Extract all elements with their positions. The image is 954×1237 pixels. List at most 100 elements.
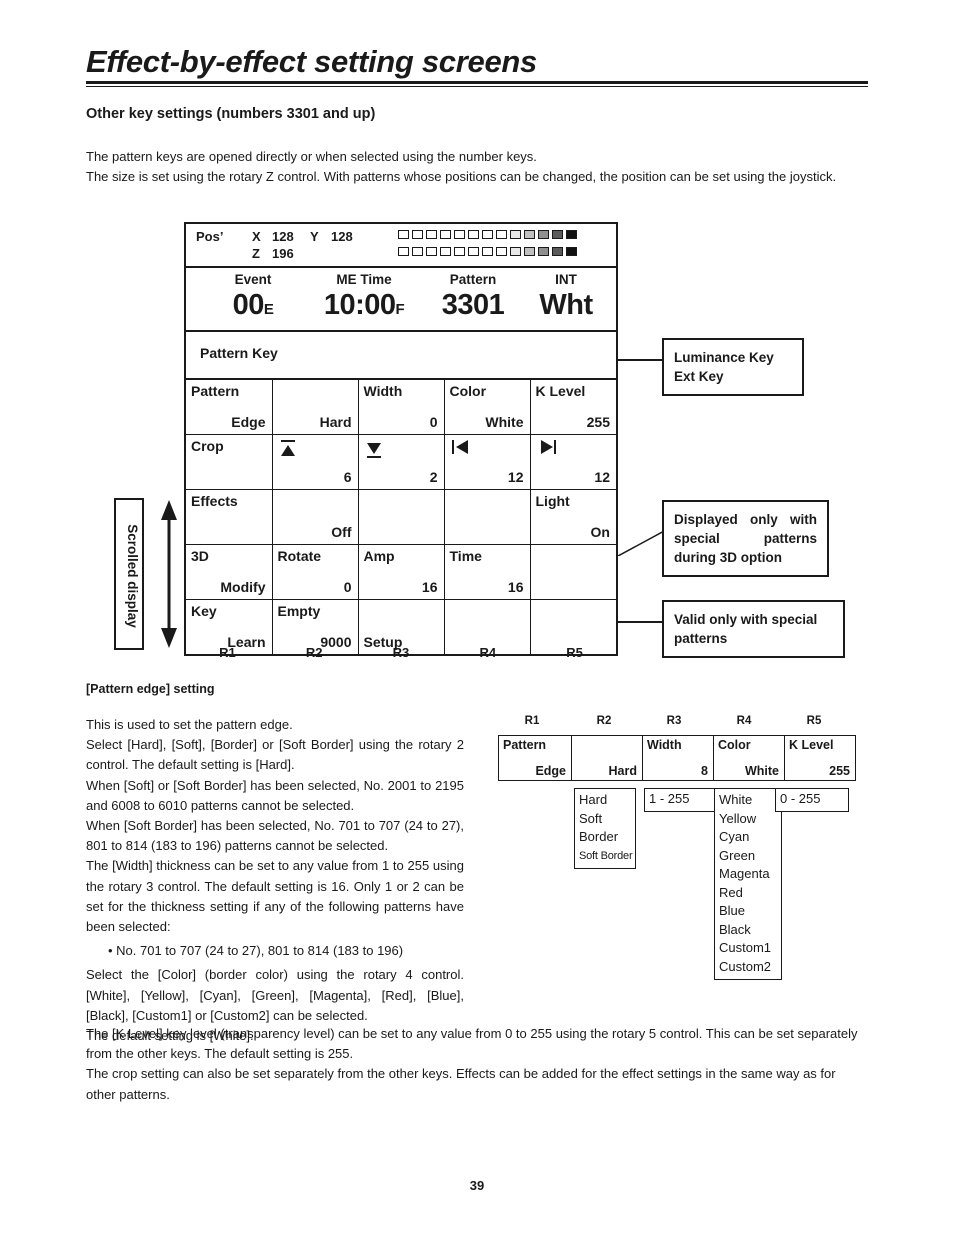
- connector-line-luminance: [618, 359, 662, 361]
- cell-label: Width: [363, 383, 403, 399]
- level-bar-cell: [412, 247, 423, 256]
- example-cell-label: K Level: [789, 738, 834, 752]
- panel-settings-cell[interactable]: 3D Modify: [186, 544, 273, 600]
- panel-settings-cell[interactable]: [444, 489, 531, 545]
- panel-settings-cell[interactable]: 2: [358, 434, 445, 490]
- pos-x-label: X: [252, 229, 261, 244]
- cell-value: Edge: [231, 414, 266, 430]
- panel-settings-cell[interactable]: Effects: [186, 489, 273, 545]
- level-bar-cell: [552, 247, 563, 256]
- connector-line-valid: [618, 621, 662, 623]
- level-bar-cell: [496, 230, 507, 239]
- edge-option-item[interactable]: Hard: [579, 791, 631, 810]
- panel-settings-cell[interactable]: 12: [444, 434, 531, 490]
- level-bar-cell: [524, 247, 535, 256]
- panel-settings-cell[interactable]: Crop: [186, 434, 273, 490]
- color-option-item[interactable]: Yellow: [719, 810, 777, 829]
- example-rotary-labels: R1 R2 R3 R4 R5: [498, 715, 858, 731]
- edge-option-item[interactable]: Border: [579, 828, 631, 847]
- level-bar-cell: [468, 247, 479, 256]
- level-bar-cell: [482, 230, 493, 239]
- callout-3d-option: Displayed only with special patterns dur…: [662, 500, 829, 577]
- title-rule-thin: [86, 86, 868, 87]
- callout-valid-special-patterns: Valid only with special patterns: [662, 600, 845, 658]
- color-option-item[interactable]: Blue: [719, 902, 777, 921]
- panel-settings-cell[interactable]: [530, 544, 616, 600]
- example-table-cell[interactable]: K Level 255: [785, 736, 856, 781]
- panel-settings-cell[interactable]: Amp 16: [358, 544, 445, 600]
- rotary-label: R5: [566, 645, 583, 660]
- cell-value: 2: [429, 469, 438, 485]
- pos-x-value: 128: [272, 229, 294, 244]
- readout-int-value: Wht: [539, 289, 593, 321]
- pos-y-value: 128: [331, 229, 353, 244]
- readout-event: Event 00E: [198, 272, 308, 327]
- panel-settings-cell[interactable]: 6: [272, 434, 359, 490]
- edge-option-item[interactable]: Soft: [579, 810, 631, 829]
- level-bar-cell: [524, 230, 535, 239]
- color-option-item[interactable]: Green: [719, 847, 777, 866]
- example-table-cell[interactable]: Color White: [713, 735, 785, 781]
- example-cell-label: Width: [647, 738, 682, 752]
- connector-line-3d: [618, 530, 666, 556]
- wide-para-0: The [K Level] key level (transparency le…: [86, 1026, 858, 1062]
- cell-value: 16: [421, 579, 438, 595]
- level-bar-cell: [454, 230, 465, 239]
- pos-z-value: 196: [272, 246, 294, 261]
- example-rotary-label: R4: [736, 715, 752, 727]
- cell-label: 3D: [191, 548, 209, 564]
- panel-settings-cell[interactable]: Off: [272, 489, 359, 545]
- rotary-label: R2: [305, 645, 323, 660]
- width-range-box: 1 - 255: [644, 788, 718, 812]
- panel-rotary-labels: R1 R2 R3 R4 R5: [184, 645, 618, 660]
- cell-label: Pattern: [191, 383, 240, 399]
- readout-pattern: Pattern 3301: [418, 272, 528, 327]
- pattern-edge-para-2: When [Soft] or [Soft Border] has been se…: [86, 777, 464, 813]
- color-option-item[interactable]: Magenta: [719, 865, 777, 884]
- panel-settings-cell[interactable]: K Level 255: [530, 380, 616, 435]
- cell-label: Empty: [277, 603, 321, 619]
- panel-settings-cell[interactable]: Color White: [444, 380, 531, 435]
- example-table-cell[interactable]: Pattern Edge: [498, 735, 572, 781]
- panel-settings-cell[interactable]: Width 0: [358, 380, 445, 435]
- width-range-value: 1 - 255: [649, 791, 690, 806]
- cell-label: Light: [535, 493, 570, 509]
- intro-line-2: The size is set using the rotary Z contr…: [86, 168, 837, 184]
- example-rotary-label: R2: [596, 715, 612, 727]
- level-bar-row-2: [398, 247, 577, 256]
- example-rotary-label: R5: [806, 715, 822, 727]
- edge-option-item[interactable]: Soft Border: [579, 847, 633, 866]
- readout-event-value: 00E: [232, 289, 274, 321]
- pos-z-label: Z: [252, 246, 260, 261]
- level-bar-cell: [552, 230, 563, 239]
- panel-settings-row: Crop 6 2 12 12: [186, 434, 616, 490]
- callout-luminance-key: Luminance Key Ext Key: [662, 338, 804, 396]
- readout-event-label: Event: [234, 272, 272, 287]
- color-option-item[interactable]: Red: [719, 884, 777, 903]
- example-rotary-label: R3: [666, 715, 682, 727]
- level-bar-cell: [440, 247, 451, 256]
- scrolled-display-label: Scrolled display: [125, 524, 140, 628]
- color-option-item[interactable]: Cyan: [719, 828, 777, 847]
- level-bar-cell: [426, 230, 437, 239]
- pattern-edge-para-3: When [Soft Border] has been selected, No…: [86, 818, 464, 854]
- panel-settings-cell[interactable]: Time 16: [444, 544, 531, 600]
- rotary-label: R1: [219, 645, 236, 660]
- pattern-edge-bullet: • No. 701 to 707 (24 to 27), 801 to 814 …: [108, 943, 404, 959]
- color-option-item[interactable]: White: [719, 791, 777, 810]
- panel-settings-cell[interactable]: 12: [530, 434, 616, 490]
- panel-settings-cell[interactable]: [358, 489, 445, 545]
- panel-settings-cell[interactable]: Hard: [272, 380, 359, 435]
- color-options-list: White Yellow Cyan Green Magenta Red Blue Black C…: [714, 788, 782, 980]
- example-cell-value: White: [744, 764, 779, 778]
- example-table-cell[interactable]: Width 8: [642, 735, 714, 781]
- panel-settings-row: 3D Modify Rotate 0 Amp 16 Time 16: [186, 544, 616, 600]
- panel-settings-cell[interactable]: Rotate 0: [272, 544, 359, 600]
- example-cell-value: Edge: [535, 764, 566, 778]
- color-option-item[interactable]: Custom2: [719, 958, 777, 977]
- example-table-cell[interactable]: Hard: [571, 735, 643, 781]
- panel-settings-cell[interactable]: Pattern Edge: [186, 380, 273, 435]
- panel-settings-cell[interactable]: Light On: [530, 489, 616, 545]
- color-option-item[interactable]: Black: [719, 921, 777, 940]
- color-option-item[interactable]: Custom1: [719, 939, 777, 958]
